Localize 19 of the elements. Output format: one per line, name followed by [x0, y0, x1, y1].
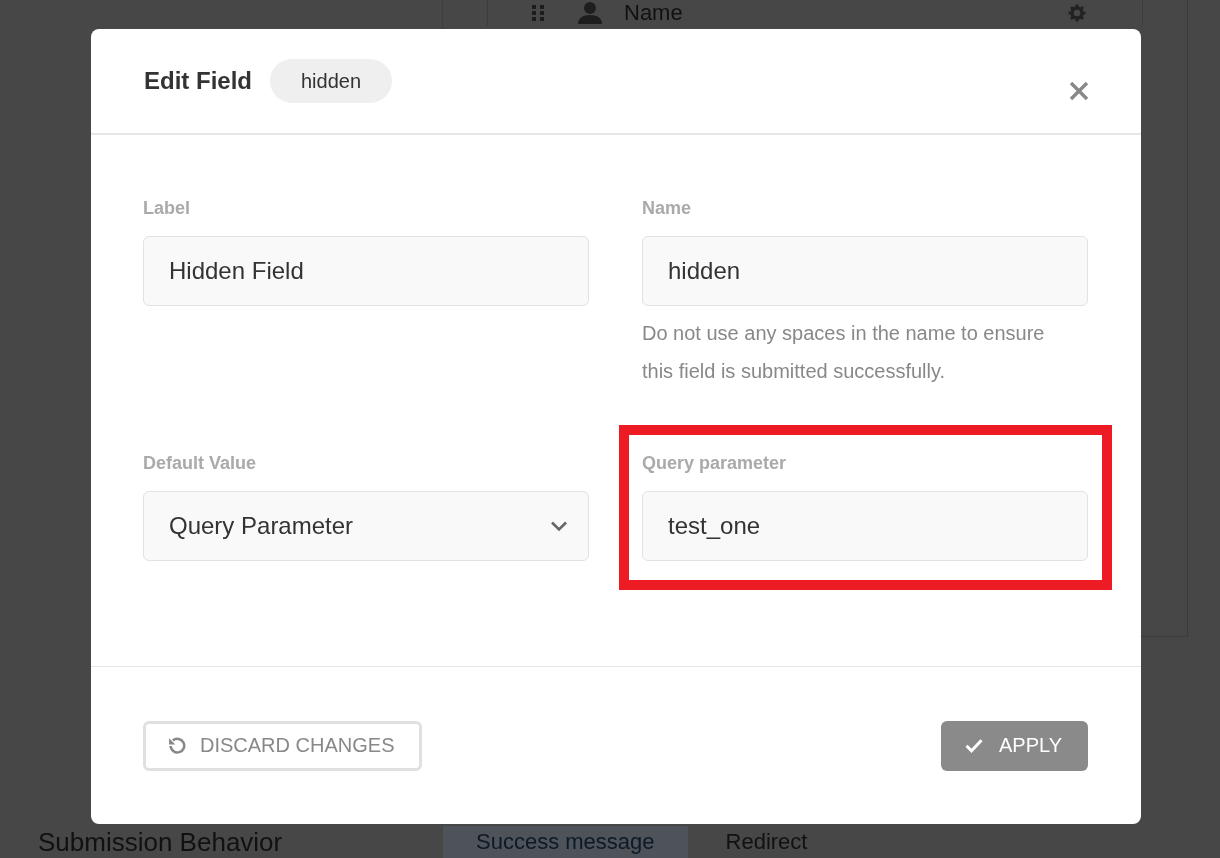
type-badge: hidden — [270, 59, 393, 103]
drag-handle-icon[interactable] — [532, 5, 544, 21]
person-icon — [578, 2, 602, 24]
select-value: Query Parameter — [169, 512, 355, 540]
check-icon — [965, 736, 983, 755]
field-label: Name — [642, 197, 692, 219]
undo-icon — [168, 736, 186, 755]
text-field[interactable]: hidden — [642, 236, 1088, 306]
select-field[interactable]: Query Parameter — [143, 491, 589, 561]
settings-icon[interactable] — [1068, 4, 1086, 22]
dialog-title: Edit Field — [144, 67, 252, 95]
text-field[interactable]: Hidden Field — [143, 236, 589, 306]
discard-button[interactable]: DISCARD CHANGES — [143, 720, 423, 771]
field-label: Label — [143, 197, 190, 219]
field-label: Query parameter — [642, 452, 787, 474]
close-icon[interactable] — [1069, 81, 1089, 101]
field-label: Default Value — [143, 452, 257, 474]
text-field[interactable]: test_one — [642, 491, 1088, 561]
help-text: Do not use any spaces in the name to ensure this field is submitted successfully. — [642, 321, 1046, 384]
